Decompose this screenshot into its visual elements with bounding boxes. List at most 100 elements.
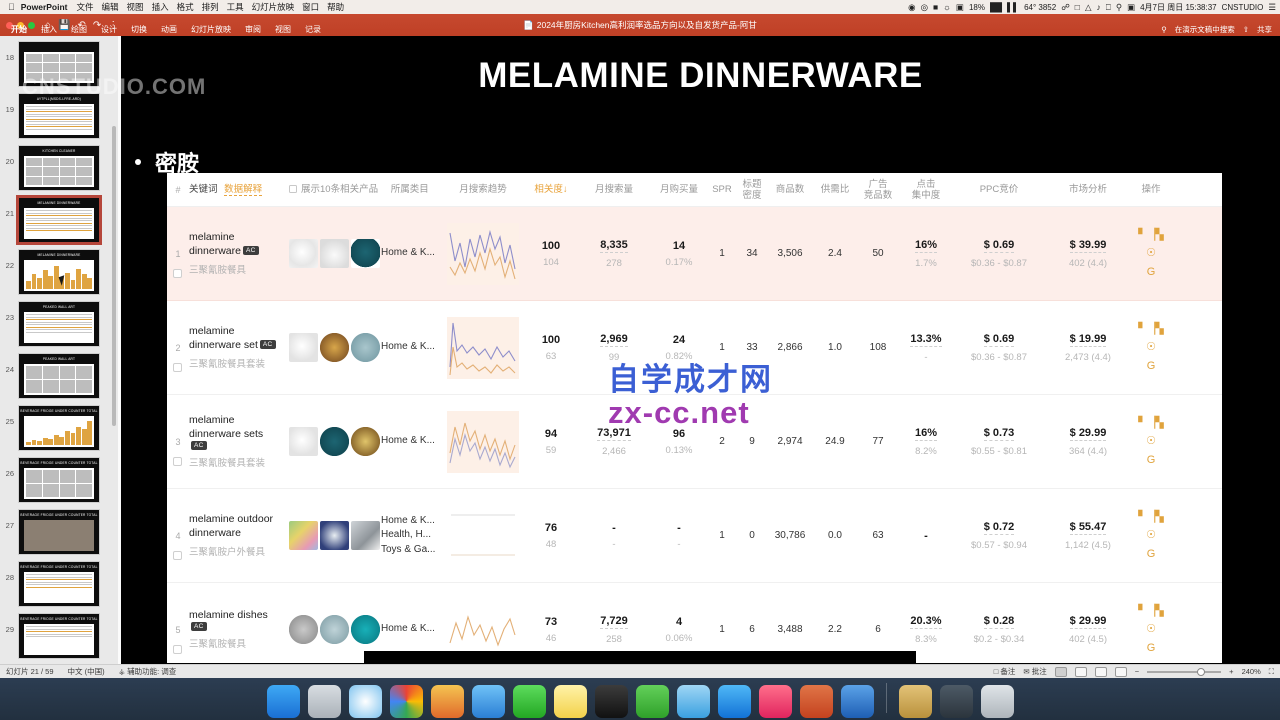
row-category[interactable]: Home & K... Health, H... Toys & Ga... [381,514,441,558]
more-options-icon[interactable]: ☉ [1131,338,1171,356]
tab-design[interactable]: 设计 [94,24,124,35]
design-app-icon[interactable] [430,685,464,718]
row-category[interactable]: Home & K... [381,246,441,261]
chrome-icon[interactable] [389,685,423,718]
folder-icon[interactable] [898,685,932,718]
more-options-icon[interactable]: ☉ [1131,526,1171,544]
more-options-icon[interactable]: ☉ [1131,244,1171,262]
slide-canvas[interactable]: MELAMINE DINNERWARE 密胺 # 关键词 数据解释 展示10条相… [121,36,1280,664]
row-checkbox[interactable] [173,550,182,560]
product-thumbnail-icon[interactable] [351,427,380,456]
product-thumbnail-icon[interactable] [289,239,318,268]
header-market-analysis[interactable]: 市场分析 [1045,185,1131,196]
row-category-2[interactable]: Health, H... [381,528,441,543]
header-ppc-bid[interactable]: PPC竞价 [953,185,1045,196]
qq-icon[interactable] [676,685,710,718]
row-product-images[interactable] [289,615,381,644]
cpu-graph-icon[interactable]: ██ [990,2,1002,12]
thumbnail-item[interactable]: 24 PEAKED WALL ART [0,350,118,402]
menu-item-window[interactable]: 窗口 [302,1,319,13]
display-icon[interactable]: □ [1075,2,1080,12]
menu-item-view[interactable]: 视图 [127,1,144,13]
google-icon[interactable]: G [1131,545,1171,563]
share-button[interactable]: 共享 [1257,24,1272,35]
menu-item-insert[interactable]: 插入 [152,1,169,13]
thumbnail-item[interactable]: 28 BEVERAGE FRIDGE UNDER COUNTER TOTAL [0,558,118,610]
header-title-density[interactable]: 标题 密度 [737,180,767,201]
product-thumbnail-icon[interactable] [351,333,380,362]
share-icon[interactable]: ⇧ [1243,25,1249,34]
messages-icon[interactable] [512,685,546,718]
row-trend-chart[interactable] [441,222,525,285]
product-thumbnail-icon[interactable] [320,615,349,644]
header-purchase-volume[interactable]: 月购买量 [651,185,707,196]
row-checkbox[interactable] [173,456,182,466]
wechat-icon[interactable] [635,685,669,718]
trash-icon[interactable] [980,685,1014,718]
comments-button[interactable]: ✉ 批注 [1023,666,1046,677]
thumbnail-preview[interactable]: BEVERAGE FRIDGE UNDER COUNTER TOTAL [18,613,100,659]
thumbnail-item[interactable]: 20 KITCHEN CLEANER [0,142,118,194]
wifi-icon[interactable]: △ [1085,2,1092,13]
disk-icon[interactable]: ■ [933,2,938,12]
thumbnail-preview[interactable]: BEVERAGE FRIDGE UNDER COUNTER TOTAL [18,457,100,503]
hamburger-icon[interactable]: ☰ [1268,2,1276,13]
product-thumbnail-icon[interactable] [289,521,318,550]
app-store-icon[interactable] [717,685,751,718]
finder-icon[interactable] [266,685,300,718]
row-category-1[interactable]: Home & K... [381,514,441,529]
row-actions[interactable]: ▘▕▚ ☉ G [1131,508,1171,562]
product-thumbnail-icon[interactable] [351,615,380,644]
view-presenter-button[interactable] [1114,666,1127,677]
header-data-explain-link[interactable]: 数据解释 [224,184,263,197]
notes-button[interactable]: □ 备注 [994,666,1016,677]
thumbnail-item[interactable]: 22 MELAMINE DINNERWARE [0,246,118,298]
row-checkbox[interactable] [173,644,182,654]
slide-thumbnail-panel[interactable]: 18 19 AYTPLL(MSDS-LFRE-ARD) 20 KITCHEN C… [0,36,118,664]
product-thumbnail-icon[interactable] [289,333,318,362]
view-normal-button[interactable] [1054,666,1067,677]
google-icon[interactable]: G [1131,357,1171,375]
bar-chart-icon[interactable]: ▘▕▚ [1131,320,1171,338]
thumbnail-preview[interactable]: BEVERAGE FRIDGE UNDER COUNTER TOTAL [18,509,100,555]
related-products-checkbox[interactable] [289,185,297,194]
table-row[interactable]: 4 melamine outdoor dinnerware 三聚氰胺户外餐具 H… [167,489,1222,583]
header-related-products[interactable]: 展示10条相关产品 所属类目 [289,185,441,195]
row-category[interactable]: Home & K... [381,622,441,637]
thumbnail-item[interactable]: 27 BEVERAGE FRIDGE UNDER COUNTER TOTAL [0,506,118,558]
product-thumbnail-icon[interactable] [320,427,349,456]
header-relevance[interactable]: 相关度↓ [525,185,577,195]
zoom-slider[interactable] [1147,667,1222,676]
mail-icon[interactable] [471,685,505,718]
more-options-icon[interactable]: ☉ [1131,432,1171,450]
search-icon[interactable]: ⚲ [1161,25,1167,34]
more-options-icon[interactable]: ☉ [1131,620,1171,638]
table-row[interactable]: 2 melamine dinnerware set AC 三聚氰胺餐具套装 Hom… [167,301,1222,395]
row-trend-chart[interactable] [441,410,525,473]
at-icon[interactable]: ◎ [921,2,928,13]
google-icon[interactable]: G [1131,451,1171,469]
thumbnail-preview[interactable]: MELAMINE DINNERWARE [18,249,100,295]
google-icon[interactable]: G [1131,639,1171,657]
product-thumbnail-icon[interactable] [351,521,380,550]
menu-clock[interactable]: 4月7日 周日 15:38:37 [1140,2,1216,13]
product-thumbnail-icon[interactable] [351,239,380,268]
bar-chart-icon[interactable]: ▘▕▚ [1131,226,1171,244]
row-keyword-en[interactable]: melamine outdoor dinnerware [189,513,273,539]
header-search-volume[interactable]: 月搜索量 [577,185,651,196]
brightness-icon[interactable]: ☼ [943,2,951,12]
notes-app-icon[interactable] [553,685,587,718]
zoom-in-button[interactable]: + [1229,667,1233,676]
row-product-images[interactable] [289,239,381,268]
product-thumbnail-icon[interactable] [320,521,349,550]
tab-animations[interactable]: 动画 [154,24,184,35]
bar-chart-icon[interactable]: ▘▕▚ [1131,414,1171,432]
tab-review[interactable]: 审阅 [238,24,268,35]
thumbnail-item[interactable]: 29 BEVERAGE FRIDGE UNDER COUNTER TOTAL [0,610,118,662]
row-checkbox[interactable] [173,268,182,278]
header-click-concentration[interactable]: 点击 集中度 [899,180,953,201]
search-placeholder-label[interactable]: 在演示文稿中搜索 [1175,24,1235,35]
tab-record[interactable]: 记录 [298,24,328,35]
bluetooth-icon[interactable]: ☍ [1061,2,1070,13]
menu-item-help[interactable]: 帮助 [327,1,344,13]
